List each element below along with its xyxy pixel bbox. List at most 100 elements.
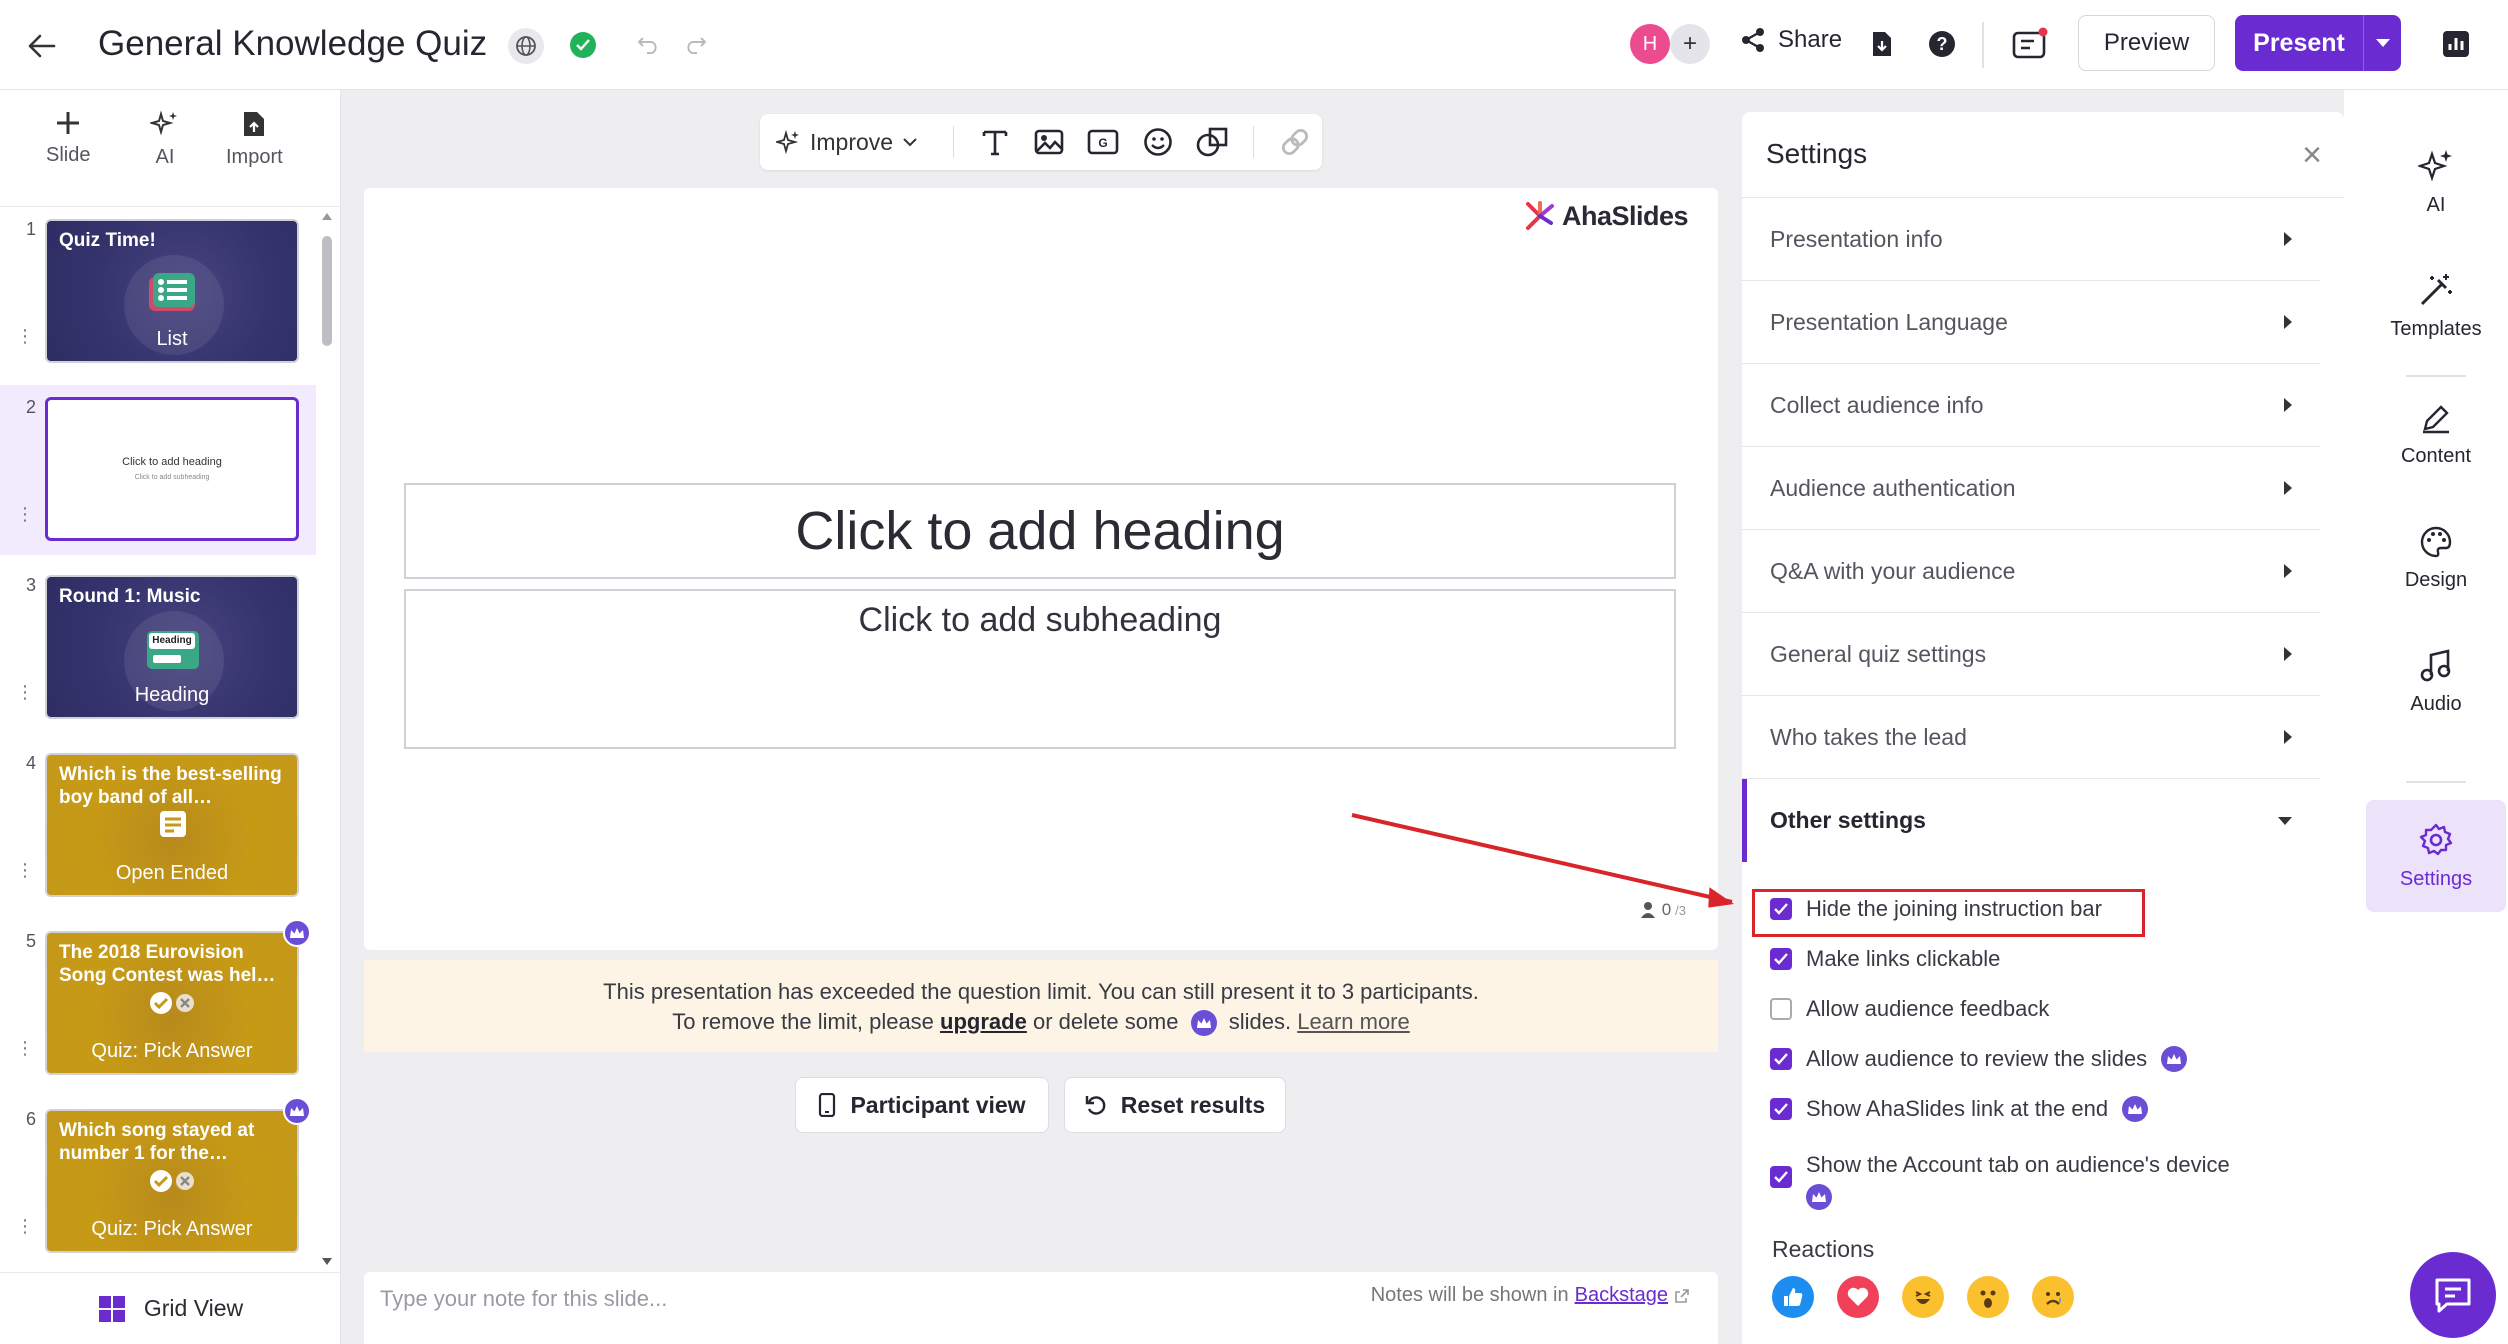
share-button[interactable]: Share — [1740, 26, 1842, 54]
checkbox-checked[interactable] — [1770, 1098, 1792, 1120]
present-dropdown-icon[interactable] — [2363, 15, 2401, 71]
present-button[interactable]: Present — [2235, 15, 2401, 71]
rail-settings[interactable]: Settings — [2366, 800, 2506, 912]
section-presentation-info[interactable]: Presentation info — [1742, 198, 2320, 281]
rail-design[interactable]: Design — [2366, 502, 2506, 614]
link-icon[interactable] — [1268, 122, 1322, 162]
slide-thumbnail-row[interactable]: 1 ⋮ Quiz Time! List — [0, 207, 316, 377]
slide-thumbnail-row[interactable]: 6 ⋮ Which song stayed at number 1 for th… — [0, 1097, 316, 1267]
improve-button[interactable]: Improve — [776, 129, 917, 156]
globe-icon[interactable] — [508, 28, 544, 64]
slide-thumbnail[interactable]: Quiz Time! List — [45, 219, 299, 363]
checkbox-checked[interactable] — [1770, 1166, 1792, 1188]
slides-scrollbar[interactable] — [319, 206, 335, 1272]
ai-tool-button[interactable]: AI — [150, 110, 180, 169]
heart-reaction-icon[interactable] — [1837, 1276, 1879, 1318]
editor-toolbar: Improve G — [760, 114, 1322, 170]
notifications-icon[interactable] — [2010, 24, 2050, 64]
option-allow-review-slides[interactable]: Allow audience to review the slides — [1770, 1046, 2188, 1072]
upgrade-link[interactable]: upgrade — [940, 1009, 1027, 1034]
drag-handle-icon[interactable]: ⋮ — [16, 1217, 34, 1235]
grid-view-button[interactable]: Grid View — [0, 1272, 341, 1344]
presentation-title[interactable]: General Knowledge Quiz — [98, 24, 487, 64]
add-slide-button[interactable]: Slide — [46, 110, 90, 167]
add-collaborator-button[interactable]: + — [1670, 24, 1710, 64]
option-show-ahaslides-link[interactable]: Show AhaSlides link at the end — [1770, 1096, 2149, 1122]
option-allow-feedback[interactable]: Allow audience feedback — [1770, 996, 2049, 1022]
list-icon — [149, 273, 199, 313]
help-icon[interactable]: ? — [1926, 28, 1958, 60]
rail-audio[interactable]: Audio — [2366, 626, 2506, 738]
drag-handle-icon[interactable]: ⋮ — [16, 861, 34, 879]
thumbs-up-reaction-icon[interactable] — [1772, 1276, 1814, 1318]
section-audience-authentication[interactable]: Audience authentication — [1742, 447, 2320, 530]
drag-handle-icon[interactable]: ⋮ — [16, 327, 34, 345]
rail-content[interactable]: Content — [2366, 378, 2506, 490]
surprised-reaction-icon[interactable] — [1967, 1276, 2009, 1318]
slide-number: 2 — [26, 397, 37, 417]
section-qa-audience[interactable]: Q&A with your audience — [1742, 530, 2320, 613]
slide-thumbnail-row[interactable]: 3 ⋮ Heading Round 1: Music Heading — [0, 563, 316, 733]
section-collect-audience-info[interactable]: Collect audience info — [1742, 364, 2320, 447]
emoji-icon[interactable] — [1131, 122, 1185, 162]
drag-handle-icon[interactable]: ⋮ — [16, 505, 34, 523]
reset-results-button[interactable]: Reset results — [1064, 1077, 1286, 1133]
heading-type-icon: Heading — [147, 631, 199, 669]
slide-type: Quiz: Pick Answer — [91, 1040, 253, 1062]
sad-reaction-icon[interactable] — [2032, 1276, 2074, 1318]
drag-handle-icon[interactable]: ⋮ — [16, 1039, 34, 1057]
close-icon[interactable]: × — [2302, 136, 2322, 175]
learn-more-link[interactable]: Learn more — [1297, 1009, 1410, 1034]
improve-label: Improve — [810, 128, 894, 155]
slide-heading-input[interactable]: Click to add heading — [404, 483, 1676, 579]
import-button[interactable]: Import — [226, 110, 283, 169]
premium-crown-icon — [283, 1097, 311, 1125]
slide-thumbnail-row[interactable]: 4 ⋮ Which is the best-selling boy band o… — [0, 741, 316, 911]
preview-button[interactable]: Preview — [2078, 15, 2215, 71]
download-icon[interactable] — [1866, 28, 1898, 60]
analytics-icon[interactable] — [2438, 26, 2474, 62]
back-arrow-icon[interactable] — [22, 26, 62, 66]
undo-icon[interactable] — [634, 30, 664, 60]
slide-thumbnail[interactable]: Which is the best-selling boy band of al… — [45, 753, 299, 897]
section-who-takes-lead[interactable]: Who takes the lead — [1742, 696, 2320, 779]
text-icon[interactable] — [968, 122, 1022, 162]
redo-icon[interactable] — [680, 30, 710, 60]
checkbox-checked[interactable] — [1770, 948, 1792, 970]
reactions-row — [1772, 1276, 2074, 1318]
option-make-links-clickable[interactable]: Make links clickable — [1770, 946, 2000, 972]
section-presentation-language[interactable]: Presentation Language — [1742, 281, 2320, 364]
premium-crown-icon — [2122, 1096, 2149, 1122]
section-label: Presentation info — [1770, 225, 1943, 252]
backstage-link[interactable]: Backstage — [1575, 1284, 1668, 1307]
slide-thumbnail-list: 1 ⋮ Quiz Time! List 2 ⋮ Click to add hea… — [0, 206, 341, 1272]
option-show-account-tab[interactable]: Show the Account tab on audience's devic… — [1770, 1152, 2230, 1210]
laughing-reaction-icon[interactable] — [1902, 1276, 1944, 1318]
slide-thumbnail[interactable]: The 2018 Eurovision Song Contest was hel… — [45, 931, 299, 1075]
rail-ai[interactable]: AI — [2366, 126, 2506, 238]
heading-badge: Heading — [149, 633, 195, 649]
shapes-icon[interactable] — [1185, 122, 1239, 162]
avatar[interactable]: H — [1630, 24, 1670, 64]
checkbox-unchecked[interactable] — [1770, 998, 1792, 1020]
slide-thumbnail[interactable]: Click to add heading Click to add subhea… — [45, 397, 299, 541]
image-icon[interactable] — [1022, 122, 1076, 162]
section-general-quiz-settings[interactable]: General quiz settings — [1742, 613, 2320, 696]
participant-view-button[interactable]: Participant view — [795, 1077, 1049, 1133]
checkbox-checked[interactable] — [1770, 1048, 1792, 1070]
rail-label: Audio — [2410, 692, 2462, 715]
slide-subheading-input[interactable]: Click to add subheading — [404, 589, 1676, 749]
slide-thumbnail[interactable]: Which song stayed at number 1 for the… Q… — [45, 1109, 299, 1253]
slide-thumbnail-row[interactable]: 5 ⋮ The 2018 Eurovision Song Contest was… — [0, 919, 316, 1089]
settings-header: Settings × — [1742, 112, 2344, 198]
slide-thumbnail-row[interactable]: 2 ⋮ Click to add heading Click to add su… — [0, 385, 316, 555]
slide-thumbnail[interactable]: Heading Round 1: Music Heading — [45, 575, 299, 719]
rail-divider — [2406, 375, 2466, 377]
section-other-settings[interactable]: Other settings — [1742, 779, 2320, 862]
rail-templates[interactable]: Templates — [2366, 250, 2506, 362]
drag-handle-icon[interactable]: ⋮ — [16, 683, 34, 701]
slide-notes[interactable]: Type your note for this slide... Notes w… — [364, 1272, 1718, 1344]
notes-input[interactable]: Type your note for this slide... — [380, 1286, 667, 1312]
chat-support-button[interactable] — [2410, 1252, 2496, 1338]
gif-icon[interactable]: G — [1076, 122, 1130, 162]
